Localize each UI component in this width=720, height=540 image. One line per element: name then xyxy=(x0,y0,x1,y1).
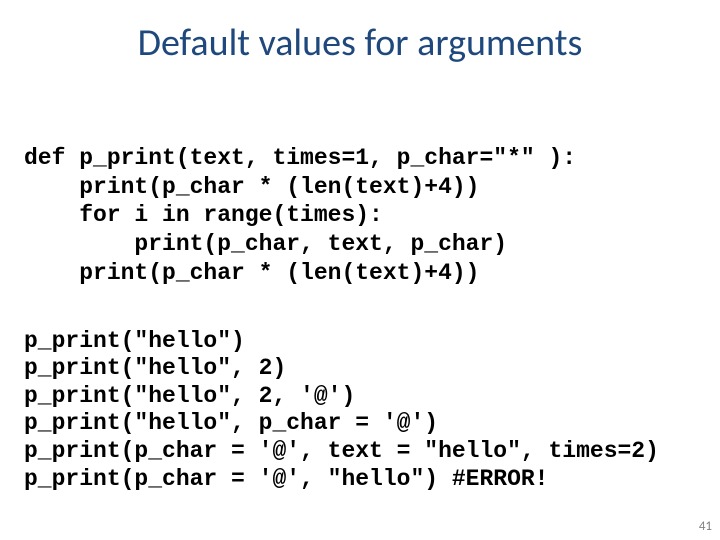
code-line: for i in range(times): xyxy=(24,202,383,228)
code-line: print(p_char * (len(text)+4)) xyxy=(24,260,479,286)
slide: Default values for arguments def p_print… xyxy=(0,0,720,540)
code-calls-block: p_print("hello") p_print("hello", 2) p_p… xyxy=(24,300,659,493)
code-line: print(p_char * (len(text)+4)) xyxy=(24,174,479,200)
code-line: p_print(p_char = '@', "hello") #ERROR! xyxy=(24,466,549,492)
code-line: def p_print(text, times=1, p_char="*" ): xyxy=(24,145,576,171)
code-line: p_print("hello", 2, '@') xyxy=(24,383,355,409)
code-line: p_print("hello") xyxy=(24,328,245,354)
page-number: 41 xyxy=(699,519,712,534)
slide-title: Default values for arguments xyxy=(0,20,720,66)
code-line: p_print("hello", p_char = '@') xyxy=(24,410,438,436)
code-line: p_print("hello", 2) xyxy=(24,355,286,381)
code-definition-block: def p_print(text, times=1, p_char="*" ):… xyxy=(24,115,576,288)
code-line: p_print(p_char = '@', text = "hello", ti… xyxy=(24,438,659,464)
code-line: print(p_char, text, p_char) xyxy=(24,231,507,257)
